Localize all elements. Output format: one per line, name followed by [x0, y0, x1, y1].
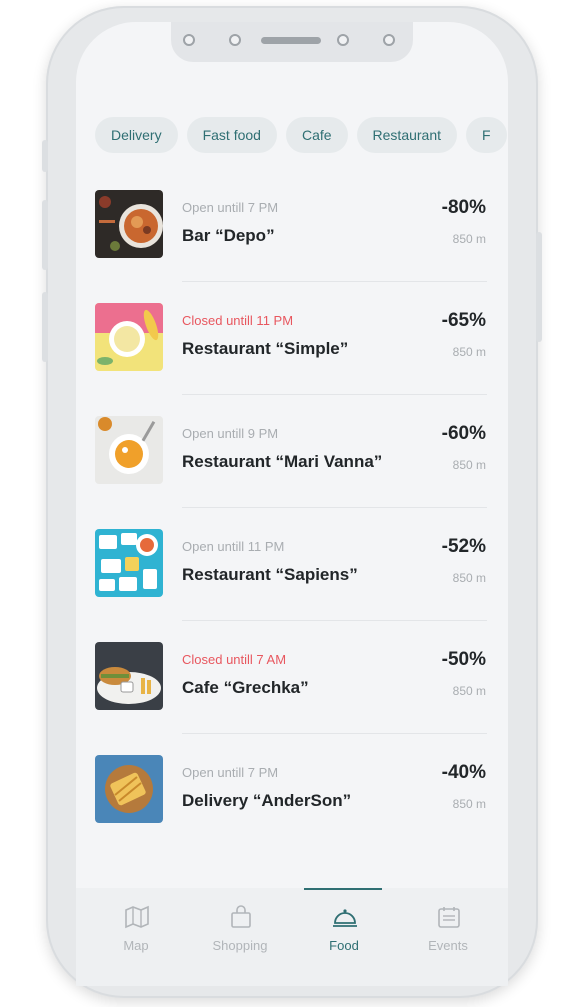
discount-badge: -80% — [441, 197, 486, 218]
distance-text: 850 m — [452, 797, 486, 811]
tab-map[interactable]: Map — [84, 888, 188, 968]
status-text: Closed untill 7 AM — [182, 652, 287, 667]
distance-text: 850 m — [452, 684, 486, 698]
list-item[interactable]: Closed untill 11 PM Restaurant “Simple” … — [95, 303, 487, 416]
tab-label: Events — [428, 938, 468, 953]
divider — [182, 733, 487, 734]
bar-depo-thumbnail — [95, 190, 163, 258]
distance-text: 850 m — [452, 571, 486, 585]
category-chips: Delivery Fast food Cafe Restaurant F — [95, 117, 508, 153]
status-text: Closed untill 11 PM — [182, 313, 294, 328]
place-name: Restaurant “Mari Vanna” — [182, 452, 383, 471]
chip-cafe[interactable]: Cafe — [285, 117, 348, 153]
chip-fast-food[interactable]: Fast food — [186, 117, 277, 153]
volume-up-button — [42, 200, 48, 270]
distance-text: 850 m — [452, 345, 486, 359]
chip-more[interactable]: F — [466, 117, 507, 153]
list-item[interactable]: Open untill 7 PM Delivery “AnderSon” -40… — [95, 755, 487, 868]
delivery-anderson-thumbnail — [95, 755, 163, 823]
sensor-dot — [383, 34, 395, 46]
discount-badge: -52% — [441, 536, 486, 557]
tab-shopping[interactable]: Shopping — [188, 888, 292, 968]
bottom-tab-bar: Map Shopping Food Events — [76, 888, 508, 986]
tab-food[interactable]: Food — [292, 888, 396, 968]
chip-restaurant[interactable]: Restaurant — [356, 117, 458, 153]
discount-badge: -65% — [441, 310, 486, 331]
volume-down-button — [42, 292, 48, 362]
list-item[interactable]: Open untill 7 PM Bar “Depo” -80% 850 m — [95, 190, 487, 303]
place-name: Bar “Depo” — [182, 226, 275, 245]
status-text: Open untill 11 PM — [182, 539, 285, 554]
power-button — [536, 232, 542, 342]
place-name: Restaurant “Sapiens” — [182, 565, 358, 584]
notch — [171, 22, 413, 62]
front-camera — [337, 34, 349, 46]
divider — [182, 507, 487, 508]
sensor-dot — [183, 34, 195, 46]
list-item[interactable]: Open untill 9 PM Restaurant “Mari Vanna”… — [95, 416, 487, 529]
earpiece-speaker — [261, 37, 321, 44]
discount-badge: -40% — [441, 762, 486, 783]
place-name: Restaurant “Simple” — [182, 339, 349, 358]
list-item[interactable]: Closed untill 7 AM Cafe “Grechka” -50% 8… — [95, 642, 487, 755]
discount-badge: -60% — [441, 423, 486, 444]
discount-badge: -50% — [441, 649, 486, 670]
distance-text: 850 m — [452, 458, 486, 472]
status-text: Open untill 9 PM — [182, 426, 279, 441]
cafe-grechka-thumbnail — [95, 642, 163, 710]
tab-label: Food — [329, 938, 359, 953]
status-text: Open untill 7 PM — [182, 765, 279, 780]
list-item[interactable]: Open untill 11 PM Restaurant “Sapiens” -… — [95, 529, 487, 642]
food-cloche-icon — [333, 909, 357, 927]
restaurant-simple-thumbnail — [95, 303, 163, 371]
place-name: Cafe “Grechka” — [182, 678, 309, 697]
mute-switch — [42, 140, 48, 172]
restaurant-mari-vanna-thumbnail — [95, 416, 163, 484]
places-list: Open untill 7 PM Bar “Depo” -80% 850 m C… — [95, 190, 487, 868]
distance-text: 850 m — [452, 232, 486, 246]
status-text: Open untill 7 PM — [182, 200, 279, 215]
sensor-dot — [229, 34, 241, 46]
tab-label: Map — [123, 938, 149, 953]
shopping-bag-icon — [231, 905, 251, 928]
events-icon — [438, 907, 460, 928]
map-icon — [125, 905, 149, 929]
divider — [182, 394, 487, 395]
restaurant-sapiens-thumbnail — [95, 529, 163, 597]
divider — [182, 620, 487, 621]
divider — [182, 281, 487, 282]
place-name: Delivery “AnderSon” — [182, 791, 352, 810]
tab-label: Shopping — [212, 938, 268, 953]
tab-events[interactable]: Events — [396, 888, 500, 968]
chip-delivery[interactable]: Delivery — [95, 117, 178, 153]
